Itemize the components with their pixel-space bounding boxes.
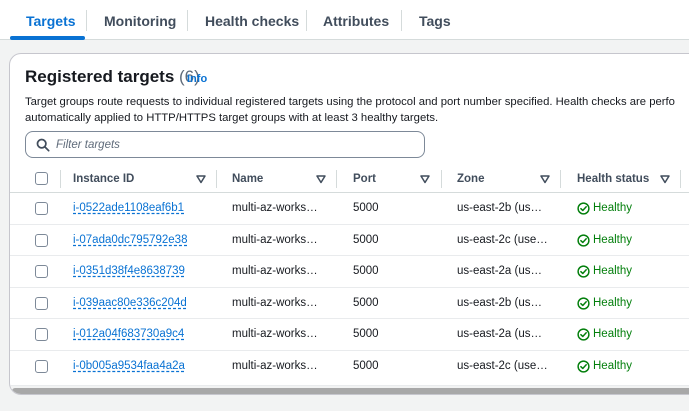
info-link[interactable]: Info (187, 73, 207, 85)
tab-divider (401, 10, 402, 31)
registered-targets-panel: Registered targets (6) Info Target group… (9, 53, 689, 395)
column-divider (336, 170, 337, 188)
zone-value: us-east-2b (us… (457, 296, 543, 309)
instance-name: multi-az-works… (232, 360, 318, 372)
row-checkbox[interactable] (35, 296, 48, 310)
table-row[interactable]: i-07ada0dc795792e38 multi-az-works… 5000… (10, 225, 689, 257)
row-checkbox[interactable] (35, 360, 48, 373)
table-row[interactable]: i-0522ade1108eaf6b1 multi-az-works… 5000… (10, 193, 689, 225)
row-checkbox[interactable] (35, 328, 48, 342)
health-status: Healthy (593, 265, 632, 278)
column-divider (680, 170, 681, 188)
table-row[interactable]: i-0b005a9534faa4a2a multi-az-works… 5000… (10, 351, 689, 383)
table-row[interactable]: i-039aac80e336c204d multi-az-works… 5000… (10, 288, 689, 320)
health-status: Healthy (593, 328, 632, 341)
instance-id-link[interactable]: i-0351d38f4e8638739 (73, 256, 185, 287)
panel-title-text: Registered targets (25, 67, 175, 86)
port-value: 5000 (353, 265, 379, 278)
health-status: Healthy (593, 296, 632, 309)
health-status: Healthy (593, 360, 632, 372)
instance-name: multi-az-works… (232, 265, 318, 278)
sort-caret-icon[interactable] (196, 174, 206, 184)
column-header-name[interactable]: Name (232, 165, 263, 193)
tab-monitoring[interactable]: Monitoring (104, 0, 176, 40)
zone-value: us-east-2a (us… (457, 328, 543, 341)
column-header-health-status[interactable]: Health status (577, 165, 649, 193)
description-line: automatically applied to HTTP/HTTPS targ… (25, 112, 439, 124)
search-icon (36, 138, 50, 152)
table-row[interactable]: i-012a04f683730a9c4 multi-az-works… 5000… (10, 319, 689, 351)
instance-id-link[interactable]: i-0522ade1108eaf6b1 (73, 193, 184, 224)
panel-description: Target groups route requests to individu… (25, 94, 689, 126)
status-positive-icon (577, 328, 590, 342)
tab-attributes[interactable]: Attributes (323, 0, 389, 40)
table-row[interactable]: i-0351d38f4e8638739 multi-az-works… 5000… (10, 256, 689, 288)
scrollbar-thumb[interactable] (12, 388, 689, 394)
tab-divider (187, 10, 188, 31)
instance-name: multi-az-works… (232, 233, 318, 246)
tab-health-checks[interactable]: Health checks (205, 0, 299, 40)
column-divider (60, 170, 61, 188)
tab-tags[interactable]: Tags (419, 0, 451, 40)
filter-box[interactable] (25, 131, 425, 158)
status-positive-icon (577, 297, 590, 310)
status-positive-icon (577, 360, 590, 373)
panel-title: Registered targets (6) (25, 67, 200, 87)
column-header-instance-id[interactable]: Instance ID (73, 165, 134, 193)
filter-targets-input[interactable] (56, 136, 416, 154)
sort-caret-icon[interactable] (316, 174, 326, 184)
instance-id-link[interactable]: i-07ada0dc795792e38 (73, 225, 187, 256)
sort-caret-icon[interactable] (420, 174, 430, 184)
column-header-port[interactable]: Port (353, 165, 376, 193)
instance-id-link[interactable]: i-0b005a9534faa4a2a (73, 351, 185, 382)
status-positive-icon (577, 265, 590, 278)
zone-value: us-east-2a (us… (457, 265, 543, 278)
status-positive-icon (577, 233, 590, 247)
sort-caret-icon[interactable] (660, 174, 670, 184)
instance-name: multi-az-works… (232, 296, 318, 309)
column-divider (441, 170, 442, 188)
instance-name: multi-az-works… (232, 328, 318, 341)
tab-divider (86, 10, 87, 31)
select-all-checkbox[interactable] (35, 172, 48, 185)
port-value: 5000 (353, 233, 379, 246)
tab-targets[interactable]: Targets (26, 0, 76, 40)
column-header-zone[interactable]: Zone (457, 165, 484, 193)
health-status: Healthy (593, 202, 632, 214)
table-header: Instance ID Name Port Zone Health status (10, 165, 689, 193)
row-checkbox[interactable] (35, 233, 48, 247)
instance-id-link[interactable]: i-039aac80e336c204d (73, 288, 187, 319)
column-divider (216, 170, 217, 188)
row-checkbox[interactable] (35, 265, 48, 279)
status-positive-icon (577, 202, 590, 215)
port-value: 5000 (353, 202, 379, 214)
horizontal-scrollbar[interactable] (10, 385, 689, 394)
column-divider (560, 170, 561, 188)
zone-value: us-east-2b (us… (457, 202, 543, 214)
port-value: 5000 (353, 360, 379, 372)
zone-value: us-east-2c (use… (457, 233, 548, 246)
zone-value: us-east-2c (use… (457, 360, 548, 372)
sort-caret-icon[interactable] (540, 174, 550, 184)
port-value: 5000 (353, 296, 379, 309)
tab-divider (306, 10, 307, 31)
instance-name: multi-az-works… (232, 202, 318, 214)
active-tab-indicator (10, 36, 85, 40)
instance-id-link[interactable]: i-012a04f683730a9c4 (73, 319, 184, 350)
description-line: Target groups route requests to individu… (25, 96, 675, 108)
tab-bar: Targets Monitoring Health checks Attribu… (0, 0, 689, 40)
row-checkbox[interactable] (35, 202, 48, 215)
health-status: Healthy (593, 233, 632, 246)
port-value: 5000 (353, 328, 379, 341)
